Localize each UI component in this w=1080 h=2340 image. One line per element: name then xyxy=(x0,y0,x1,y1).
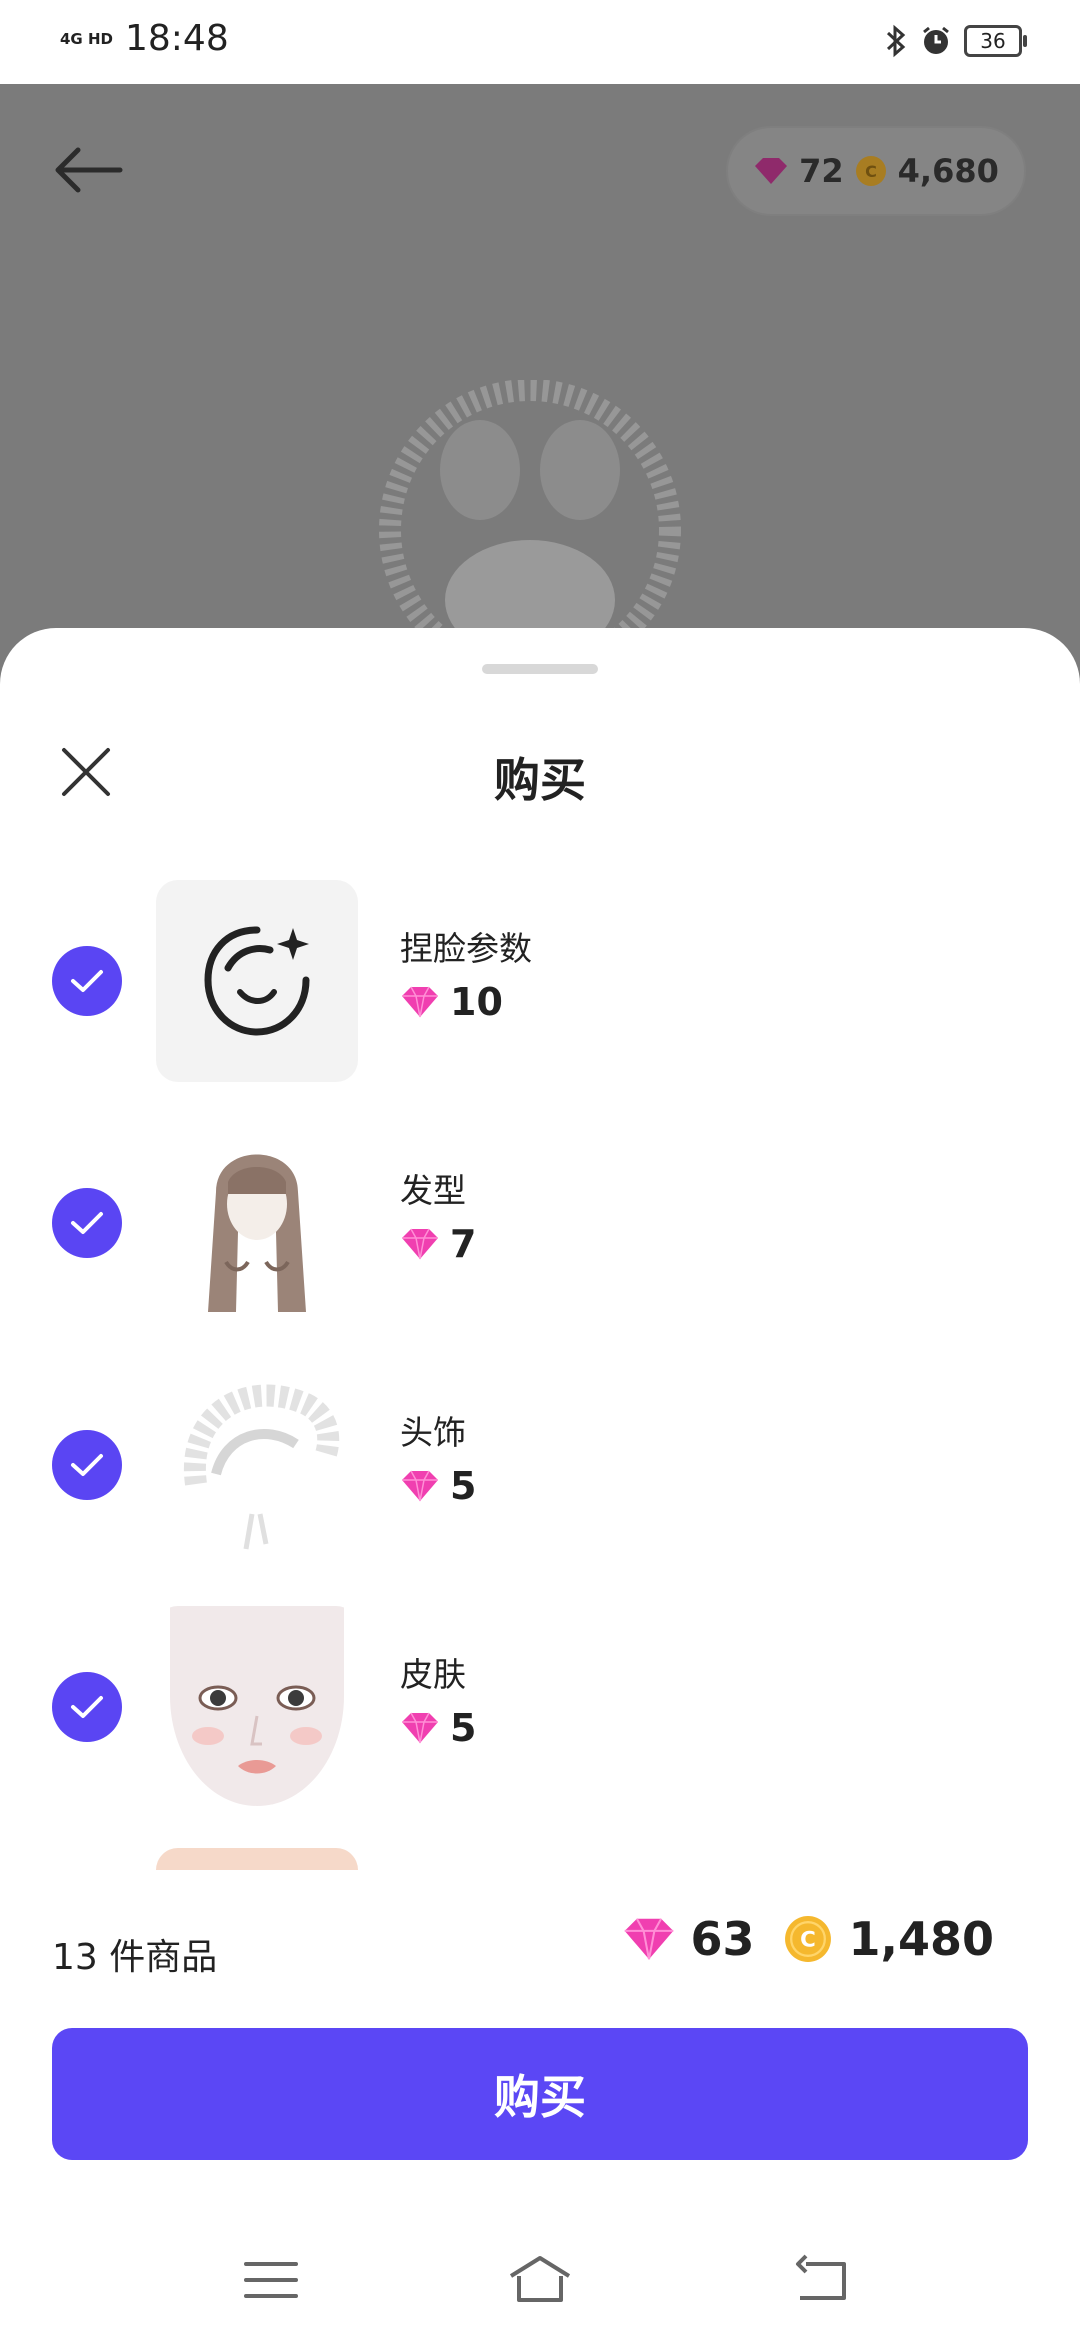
list-item[interactable]: 头饰 5 xyxy=(0,1364,1080,1566)
item-price: 5 xyxy=(400,1706,476,1750)
network-label: 4G HD xyxy=(60,29,113,48)
gem-icon xyxy=(625,1918,674,1960)
gem-icon xyxy=(402,1228,438,1260)
currency-balance: 72 C 4,680 xyxy=(726,126,1026,216)
gem-icon xyxy=(402,1470,438,1502)
total-gems: 63 xyxy=(690,1912,755,1966)
checkbox-checked[interactable] xyxy=(52,1188,122,1258)
coin-icon: C xyxy=(785,1916,832,1962)
face-params-thumbnail xyxy=(156,880,358,1082)
hairstyle-image xyxy=(156,1122,358,1324)
item-price-value: 10 xyxy=(450,980,503,1024)
coin-icon: C xyxy=(855,156,886,186)
checkmark-icon xyxy=(71,1454,103,1476)
status-left: 4G HD 18:48 xyxy=(60,18,229,59)
system-nav-bar xyxy=(0,2220,1080,2340)
avatar-preview-image xyxy=(379,380,681,640)
total-coins: 1,480 xyxy=(848,1912,994,1966)
total-price: 63 C 1,480 xyxy=(622,1912,994,1966)
back-arrow-icon[interactable] xyxy=(48,140,128,200)
home-icon[interactable] xyxy=(505,2250,575,2310)
sheet-title: 购买 xyxy=(494,753,586,807)
svg-text:C: C xyxy=(865,162,877,181)
buy-button[interactable]: 购买 xyxy=(52,2028,1028,2160)
hairstyle-thumbnail xyxy=(156,1122,358,1324)
skin-face-image xyxy=(156,1606,358,1808)
item-name: 发型 xyxy=(400,1171,466,1210)
gem-icon xyxy=(402,986,438,1018)
checkmark-icon xyxy=(71,1212,103,1234)
headdress-image xyxy=(156,1364,358,1566)
item-name: 头饰 xyxy=(400,1413,466,1452)
bluetooth-icon xyxy=(886,24,906,58)
item-price-value: 5 xyxy=(450,1464,477,1508)
coin-balance: 4,680 xyxy=(897,152,999,190)
headdress-thumbnail xyxy=(156,1364,358,1566)
list-item[interactable]: 捏脸参数 10 xyxy=(0,880,1080,1082)
item-name: 皮肤 xyxy=(400,1655,466,1694)
status-bar: 4G HD 18:48 36 xyxy=(0,0,1080,84)
status-time: 18:48 xyxy=(124,18,229,59)
svg-text:C: C xyxy=(801,1928,817,1953)
item-name: 捏脸参数 xyxy=(400,929,532,968)
gem-icon xyxy=(402,1712,438,1744)
skin-thumbnail xyxy=(156,1606,358,1808)
status-right: 36 xyxy=(884,24,1027,58)
sheet-drag-handle[interactable] xyxy=(482,664,598,674)
item-price: 7 xyxy=(400,1222,476,1266)
back-nav-icon[interactable] xyxy=(786,2250,856,2310)
checkbox-checked[interactable] xyxy=(52,946,122,1016)
face-sparkle-icon xyxy=(204,926,310,1036)
checkmark-icon xyxy=(71,970,103,992)
alarm-icon xyxy=(923,26,949,54)
next-item-thumbnail-peek xyxy=(156,1848,358,1870)
network-indicator: 4G HD xyxy=(60,31,113,47)
gem-icon xyxy=(755,158,788,184)
list-item[interactable]: 皮肤 5 xyxy=(0,1606,1080,1808)
list-item[interactable]: 发型 7 xyxy=(0,1122,1080,1324)
item-count: 13 件商品 xyxy=(52,1937,218,1978)
item-price-value: 7 xyxy=(450,1222,477,1266)
battery-icon: 36 xyxy=(964,25,1027,57)
item-price: 5 xyxy=(400,1464,476,1508)
item-price-value: 5 xyxy=(450,1706,477,1750)
checkmark-icon xyxy=(71,1696,103,1718)
checkbox-checked[interactable] xyxy=(52,1672,122,1742)
menu-icon[interactable] xyxy=(236,2250,306,2310)
battery-level: 36 xyxy=(980,29,1006,53)
gem-balance: 72 xyxy=(799,152,844,190)
checkbox-checked[interactable] xyxy=(52,1430,122,1500)
item-price: 10 xyxy=(400,980,503,1024)
